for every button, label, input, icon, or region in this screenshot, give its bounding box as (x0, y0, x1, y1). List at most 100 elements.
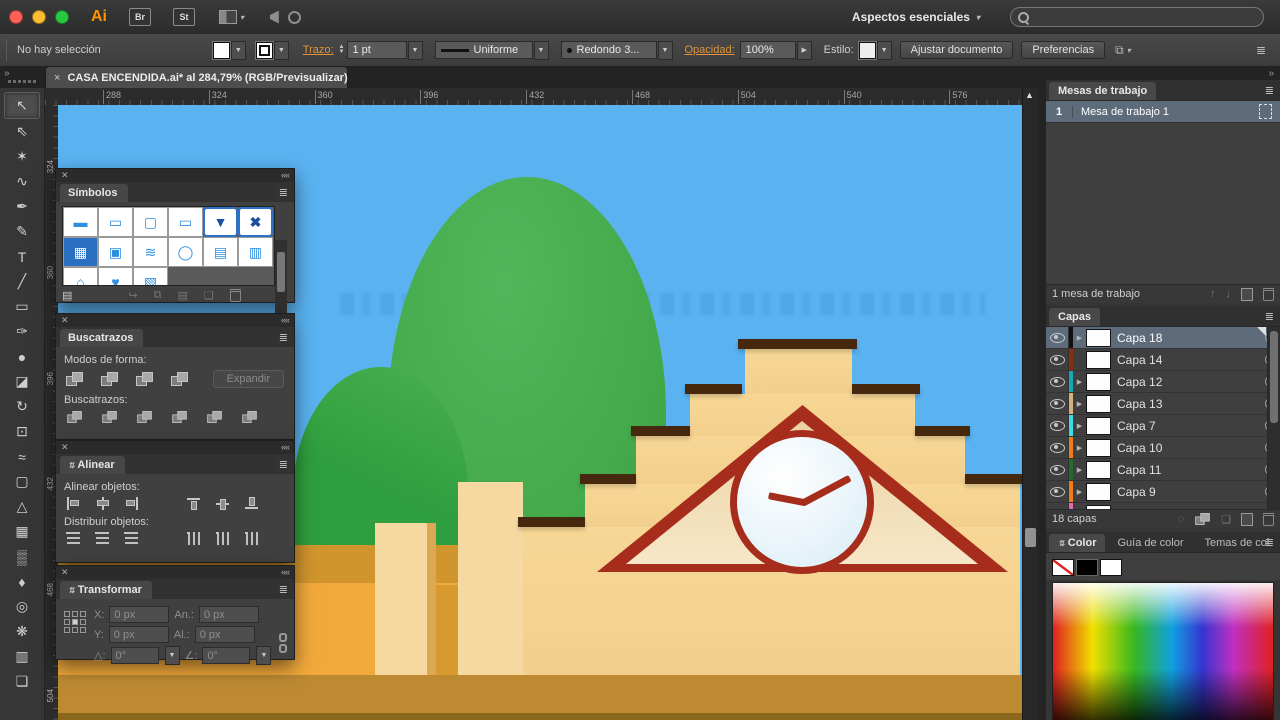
visibility-cell[interactable] (1046, 327, 1069, 348)
arrange-documents-button[interactable]: ▾ (219, 10, 244, 24)
stroke-swatch[interactable] (256, 42, 273, 59)
film-frame-symbol[interactable]: ▣ (98, 237, 133, 267)
align-left-button[interactable] (66, 497, 81, 510)
delete-artboard-icon[interactable] (1263, 288, 1274, 301)
layer-row[interactable]: ▶Capa 9 (1046, 481, 1280, 503)
artboard-icon[interactable] (1259, 104, 1272, 119)
scrollbar-thumb[interactable] (1270, 331, 1278, 423)
search-field-symbol[interactable]: ▭ (168, 207, 203, 237)
close-window-button[interactable] (9, 10, 23, 24)
paintbrush-tool[interactable]: ✑ (5, 319, 39, 344)
preferences-button[interactable]: Preferencias (1021, 41, 1105, 59)
width-profile-dropdown-button[interactable]: ▼ (534, 41, 549, 60)
distribute-bottom-button[interactable] (124, 532, 139, 545)
blob-brush-tool[interactable]: ● (5, 344, 39, 369)
credit-card-symbol[interactable]: ▤ (203, 237, 238, 267)
collapse-panel-icon[interactable]: «« (281, 170, 289, 180)
width-field[interactable]: 0 px (199, 606, 259, 623)
light-button-symbol[interactable]: ▢ (133, 207, 168, 237)
crop-icon[interactable] (172, 411, 186, 423)
layer-row[interactable]: ▶ Capa 11 (1046, 459, 1280, 481)
collapse-panel-icon[interactable]: «« (281, 567, 289, 577)
rotate-tool[interactable]: ↻ (5, 394, 39, 419)
expand-layer-icon[interactable]: ▶ (1073, 400, 1086, 408)
drag-grip-icon[interactable] (8, 80, 38, 83)
symbol-sprayer-tool[interactable]: ❋ (5, 619, 39, 644)
fill-dropdown-button[interactable]: ▼ (231, 41, 246, 60)
layer-name[interactable]: Capa 10 (1117, 441, 1260, 455)
panel-menu-icon[interactable]: ≣ (279, 186, 288, 199)
clipping-mask-icon[interactable] (1195, 513, 1209, 525)
black-swatch[interactable] (1076, 559, 1098, 576)
shear-dropdown-button[interactable]: ▼ (256, 646, 271, 665)
new-symbol-icon[interactable]: ❏ (204, 289, 214, 302)
align-right-button[interactable] (124, 497, 139, 510)
heart-symbol[interactable]: ♥ (98, 267, 133, 286)
magic-wand-tool[interactable]: ✶ (5, 144, 39, 169)
move-down-icon[interactable]: ↓ (1226, 288, 1232, 300)
eye-icon[interactable] (1050, 465, 1065, 475)
new-layer-icon[interactable] (1241, 513, 1253, 526)
eye-icon[interactable] (1050, 509, 1065, 510)
expand-layer-icon[interactable]: ▶ (1073, 466, 1086, 474)
y-field[interactable]: 0 px (109, 626, 169, 643)
eye-icon[interactable] (1050, 399, 1065, 409)
width-tool[interactable]: ≈ (5, 444, 39, 469)
eye-icon[interactable] (1050, 487, 1065, 497)
height-field[interactable]: 0 px (195, 626, 255, 643)
rectangle-tool[interactable]: ▭ (5, 294, 39, 319)
close-panel-icon[interactable]: ✕ (61, 567, 69, 578)
control-panel-menu-icon[interactable]: ≣ (1256, 43, 1266, 57)
layer-name[interactable]: Capa 12 (1117, 375, 1260, 389)
line-segment-tool[interactable]: ╱ (5, 269, 39, 294)
isolate-mode-icon[interactable]: ⧉ (1115, 43, 1124, 58)
minus-back-icon[interactable] (242, 411, 256, 423)
delete-layer-icon[interactable] (1263, 513, 1274, 526)
brush-dropdown-button[interactable]: ▼ (658, 41, 673, 60)
close-panel-icon[interactable]: ✕ (61, 315, 69, 326)
merge-icon[interactable] (137, 411, 151, 423)
opacity-value[interactable]: 100% (740, 41, 796, 59)
layer-name[interactable]: Capa 18 (1117, 331, 1260, 345)
shear-field[interactable]: 0° (202, 647, 250, 664)
symbol-library-icon[interactable]: ▤ (62, 289, 72, 302)
calendar-symbol[interactable]: ▦ (63, 237, 98, 267)
eye-icon[interactable] (1050, 377, 1065, 387)
style-swatch[interactable] (859, 42, 876, 59)
exclude-icon[interactable] (171, 372, 188, 386)
tab-simbolos[interactable]: Símbolos (60, 184, 128, 202)
web-bar-button-symbol[interactable]: ▬ (63, 207, 98, 237)
scrollbar-thumb[interactable] (277, 252, 285, 292)
perspective-grid-tool[interactable]: △ (5, 494, 39, 519)
panel-menu-icon[interactable]: ≣ (279, 458, 288, 471)
distribute-vcenter-button[interactable] (95, 532, 110, 545)
shopping-cart-symbol[interactable]: ▥ (238, 237, 273, 267)
tab-alinear[interactable]: ⇅ Alinear (60, 456, 125, 474)
color-spectrum-picker[interactable] (1052, 582, 1274, 720)
collapse-panel-icon[interactable]: «« (281, 442, 289, 452)
none-swatch[interactable] (1052, 559, 1074, 576)
layer-name[interactable]: Capa 11 (1117, 463, 1260, 477)
panel-menu-icon[interactable]: ≣ (279, 583, 288, 596)
expand-layer-icon[interactable]: ▶ (1073, 422, 1086, 430)
brush-select[interactable]: Redondo 3... (561, 41, 657, 59)
horizontal-ruler[interactable]: 288324360396432468504540576 (45, 88, 1022, 106)
mesh-tool[interactable]: ▦ (5, 519, 39, 544)
align-top-button[interactable] (187, 497, 202, 510)
opacity-label[interactable]: Opacidad: (685, 44, 735, 56)
gradient-tool[interactable]: ▒ (5, 544, 39, 569)
web-rect-button-symbol[interactable]: ▭ (98, 207, 133, 237)
symbols-scrollbar[interactable] (275, 240, 287, 318)
visibility-cell[interactable] (1046, 481, 1069, 502)
canvas-vertical-scrollbar[interactable]: ▲ (1022, 88, 1039, 720)
eraser-tool[interactable]: ◪ (5, 369, 39, 394)
tab-buscatrazos[interactable]: Buscatrazos (60, 329, 143, 347)
close-button-symbol[interactable]: ✖ (238, 207, 273, 237)
style-dropdown-button[interactable]: ▼ (877, 41, 892, 60)
symbol-options-icon[interactable]: ▤ (177, 289, 187, 302)
reference-point-selector[interactable] (64, 611, 86, 633)
move-up-icon[interactable]: ↑ (1210, 288, 1216, 300)
distribute-right-button[interactable] (245, 532, 260, 545)
intersect-icon[interactable] (136, 372, 153, 386)
layers-scrollbar[interactable] (1267, 327, 1280, 509)
